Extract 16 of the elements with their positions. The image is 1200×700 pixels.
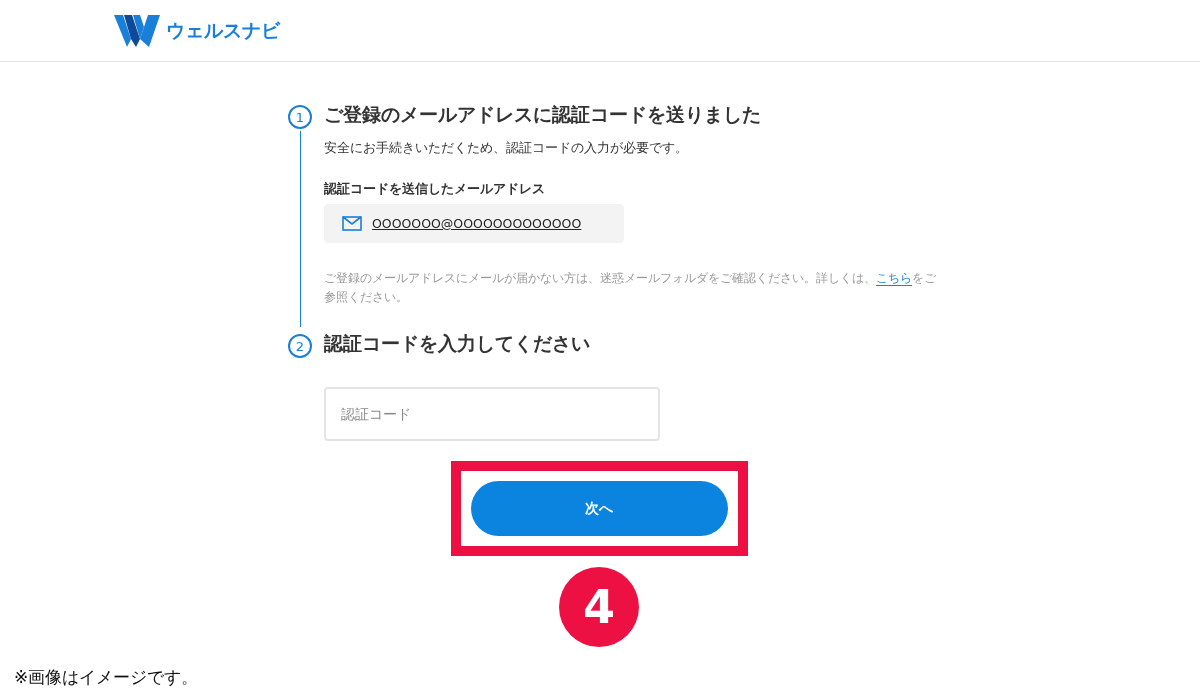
footnote-text: ※画像はイメージです。: [14, 666, 199, 689]
email-label: 認証コードを送信したメールアドレス: [324, 181, 546, 198]
next-button[interactable]: 次へ: [470, 481, 728, 536]
description-text: 安全にお手続きいただくため、認証コードの入力が必要です。: [324, 140, 689, 157]
step-title: ご登録のメールアドレスに認証コードを送りました: [324, 102, 762, 127]
email-address: OOOOOOO@OOOOOOOOOOOOO: [372, 216, 582, 231]
logo-text: ウェルスナビ: [166, 17, 280, 43]
step-title: 認証コードを入力してください: [324, 331, 591, 356]
step-badge: 4: [559, 567, 639, 647]
logo-icon: [114, 14, 160, 47]
help-link[interactable]: こちら: [876, 271, 912, 286]
step-number: 1: [288, 105, 312, 129]
mail-icon: [342, 216, 362, 231]
code-input-field[interactable]: 認証コード: [324, 387, 660, 441]
step-number: 2: [288, 334, 312, 358]
help-note: ご登録のメールアドレスにメールが届かない方は、迷惑メールフォルダをご確認ください。詳しくは、こちら をご参照ください。: [324, 270, 937, 306]
